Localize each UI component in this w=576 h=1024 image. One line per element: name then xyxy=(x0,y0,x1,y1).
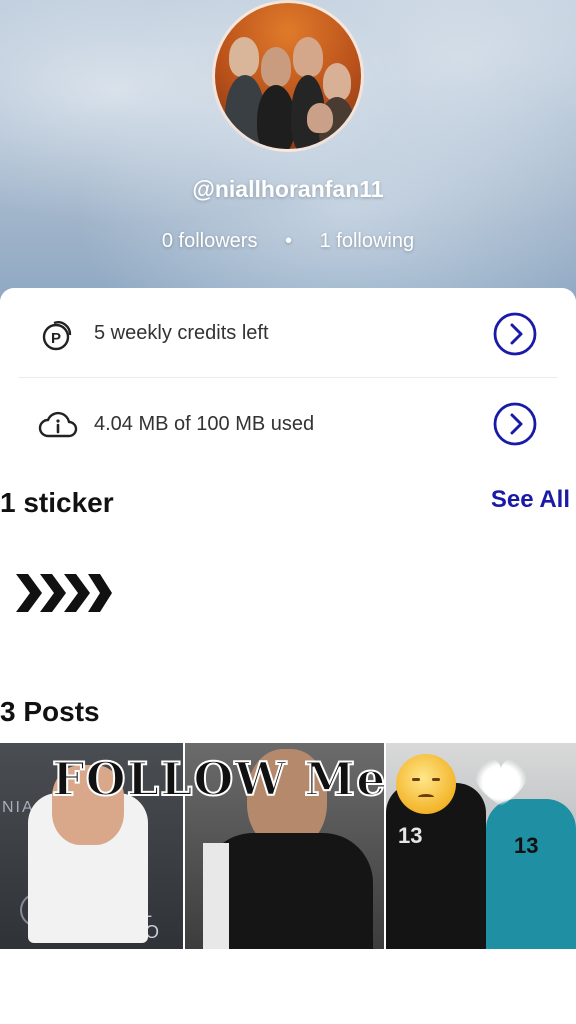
followers-count[interactable]: 0 followers xyxy=(162,230,258,252)
post-2-sleeve xyxy=(203,843,229,949)
see-all-stickers-link[interactable]: See All xyxy=(491,486,570,514)
arrows-sticker[interactable] xyxy=(14,570,114,616)
storage-row[interactable]: 4.04 MB of 100 MB used xyxy=(18,380,558,468)
posts-title: 3 Posts xyxy=(0,696,100,727)
following-count[interactable]: 1 following xyxy=(320,230,415,252)
storage-label: 4.04 MB of 100 MB used xyxy=(94,412,315,435)
storage-chevron-right-icon[interactable] xyxy=(492,401,538,447)
credits-icon: P xyxy=(38,314,78,354)
credits-chevron-right-icon[interactable] xyxy=(492,311,538,357)
cloud-info-icon xyxy=(38,404,78,444)
post-3-jersey-right xyxy=(486,799,576,949)
stats-separator: • xyxy=(285,230,293,252)
profile-avatar[interactable] xyxy=(212,0,364,152)
profile-handle: @niallhoranfan11 xyxy=(192,176,384,202)
white-heart-icon xyxy=(466,746,536,816)
credits-label: 5 weekly credits left xyxy=(94,322,269,344)
weekly-credits-row[interactable]: P 5 weekly credits left xyxy=(18,290,558,378)
follow-me-overlay-text: FOLLOW Me xyxy=(51,751,387,807)
account-card: P 5 weekly credits left 4.04 MB of 100 M… xyxy=(0,288,576,468)
svg-text:P: P xyxy=(51,330,61,347)
sad-face-emoji-icon xyxy=(396,754,456,814)
post-3-number-b: 13 xyxy=(514,833,539,858)
follow-stats: 0 followers • 1 following xyxy=(0,230,576,253)
profile-header: @niallhoranfan11 0 followers • 1 followi… xyxy=(0,0,576,300)
stickers-title: 1 sticker xyxy=(0,487,114,518)
post-3-number-a: 13 xyxy=(398,823,423,848)
